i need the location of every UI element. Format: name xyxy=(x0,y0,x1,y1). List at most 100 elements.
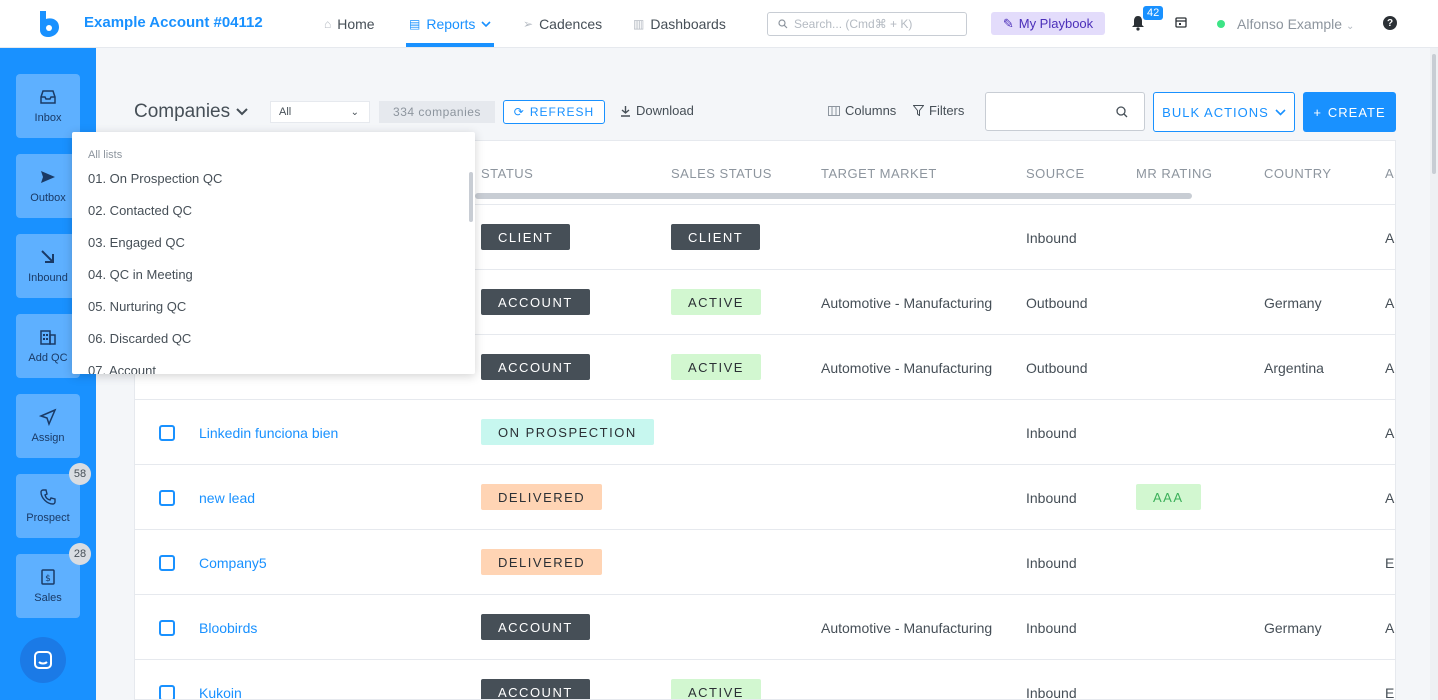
sidebar-item-inbox[interactable]: Inbox xyxy=(16,74,80,138)
home-icon: ⌂ xyxy=(324,17,332,31)
table-row[interactable]: new lead DELIVERED Inbound AAA Al xyxy=(135,465,1395,530)
column-header-country[interactable]: COUNTRY xyxy=(1264,166,1332,181)
assigned-cell: Al xyxy=(1385,295,1395,311)
chevron-down-icon: ⌄ xyxy=(350,106,359,118)
horizontal-scrollbar[interactable] xyxy=(475,193,1192,199)
nav-dashboards[interactable]: ▥ Dashboards xyxy=(633,16,726,32)
row-checkbox[interactable] xyxy=(159,685,175,699)
bulk-actions-button[interactable]: BULK ACTIONS xyxy=(1153,92,1295,132)
company-name-link[interactable]: Company5 xyxy=(199,555,267,571)
column-header-source[interactable]: SOURCE xyxy=(1026,166,1085,181)
sidebar-item-assign[interactable]: Assign xyxy=(16,394,80,458)
sidebar-item-add-qc[interactable]: Add QC xyxy=(16,314,80,378)
dashboards-icon: ▥ xyxy=(633,17,645,31)
download-button[interactable]: Download xyxy=(620,103,694,118)
assigned-cell: Al xyxy=(1385,230,1395,246)
create-label: CREATE xyxy=(1327,104,1386,120)
table-row[interactable]: Linkedin funciona bien ON PROSPECTION In… xyxy=(135,400,1395,465)
bloobirds-logo[interactable] xyxy=(38,11,60,37)
dollar-icon: $ xyxy=(41,569,55,585)
assigned-cell: Al xyxy=(1385,490,1395,506)
help-icon[interactable]: ? xyxy=(1383,16,1397,30)
chevron-down-icon: ⌄ xyxy=(1345,21,1355,32)
companies-count: 334 companies xyxy=(379,101,495,123)
dropdown-item[interactable]: 07. Account xyxy=(88,363,156,374)
dropdown-scrollbar[interactable] xyxy=(469,172,473,222)
row-checkbox[interactable] xyxy=(159,555,175,571)
column-header-assigned[interactable]: AS xyxy=(1385,166,1395,181)
nav-home[interactable]: ⌂ Home xyxy=(324,16,375,32)
assigned-cell: Ed xyxy=(1385,685,1395,700)
user-menu[interactable]: Alfonso Example ⌄ xyxy=(1237,16,1354,32)
search-icon xyxy=(1116,106,1128,118)
page-scrollbar-thumb[interactable] xyxy=(1432,54,1436,174)
nav-cadences[interactable]: ➢ Cadences xyxy=(523,16,602,32)
table-row[interactable]: Kukoin ACCOUNT ACTIVE Inbound Ed xyxy=(135,660,1395,700)
assigned-cell: Al xyxy=(1385,620,1395,636)
target-market-cell: Automotive - Manufacturing xyxy=(821,360,993,376)
dropdown-item[interactable]: 03. Engaged QC xyxy=(88,235,185,250)
dropdown-item[interactable]: 01. On Prospection QC xyxy=(88,171,222,186)
top-navigation: Example Account #04112 ⌂ Home ▤ Reports … xyxy=(0,0,1438,48)
sidebar-item-label: Inbound xyxy=(28,272,68,284)
sidebar-item-sales[interactable]: $ Sales xyxy=(16,554,80,618)
calendar-icon[interactable] xyxy=(1175,16,1187,28)
columns-icon xyxy=(828,105,840,116)
nav-reports-label: Reports xyxy=(426,16,476,32)
dropdown-item[interactable]: 04. QC in Meeting xyxy=(88,267,193,282)
source-cell: Inbound xyxy=(1026,685,1077,700)
country-cell: Argentina xyxy=(1264,360,1324,376)
column-header-target-market[interactable]: TARGET MARKET xyxy=(821,166,937,181)
search-icon xyxy=(778,19,788,29)
mr-rating-badge: AAA xyxy=(1136,484,1201,510)
filters-button[interactable]: Filters xyxy=(913,103,964,118)
status-badge: ACCOUNT xyxy=(481,679,590,699)
list-dropdown-menu: All lists 01. On Prospection QC 02. Cont… xyxy=(72,132,475,374)
sidebar-item-outbox[interactable]: Outbox xyxy=(16,154,80,218)
chat-launcher[interactable] xyxy=(20,637,66,683)
status-badge: CLIENT xyxy=(481,224,571,250)
company-name-link[interactable]: Linkedin funciona bien xyxy=(199,425,338,441)
online-status-dot xyxy=(1217,20,1225,28)
company-name-link[interactable]: Kukoin xyxy=(199,685,242,699)
my-playbook-button[interactable]: ✎ My Playbook xyxy=(991,12,1105,35)
row-checkbox[interactable] xyxy=(159,620,175,636)
dropdown-item[interactable]: 02. Contacted QC xyxy=(88,203,192,218)
columns-label: Columns xyxy=(845,103,897,118)
company-name-link[interactable]: Bloobirds xyxy=(199,620,257,636)
page-title: Companies xyxy=(134,101,231,122)
columns-button[interactable]: Columns xyxy=(828,103,896,118)
sidebar-item-label: Assign xyxy=(31,432,65,444)
row-checkbox[interactable] xyxy=(159,490,175,506)
column-header-sales-status[interactable]: SALES STATUS xyxy=(671,166,772,181)
dropdown-item[interactable]: 06. Discarded QC xyxy=(88,331,191,346)
refresh-button[interactable]: ⟳ REFRESH xyxy=(503,100,605,124)
my-playbook-label: My Playbook xyxy=(1018,16,1094,31)
page-scrollbar[interactable] xyxy=(1430,48,1438,700)
sales-status-badge: CLIENT xyxy=(671,224,761,250)
nav-reports[interactable]: ▤ Reports xyxy=(409,16,491,32)
table-row[interactable]: Company5 DELIVERED Inbound Ed xyxy=(135,530,1395,595)
nav-home-label: Home xyxy=(337,16,375,32)
global-search-input[interactable]: Search... (Cmd⌘ + K) xyxy=(767,12,967,36)
list-filter-select[interactable]: All ⌄ xyxy=(270,101,370,123)
reports-icon: ▤ xyxy=(409,17,421,31)
status-badge: ACCOUNT xyxy=(481,614,590,640)
company-name-link[interactable]: new lead xyxy=(199,490,255,506)
account-name[interactable]: Example Account #04112 xyxy=(84,14,263,31)
chevron-down-icon xyxy=(236,108,248,116)
dropdown-item[interactable]: 05. Nurturing QC xyxy=(88,299,186,314)
column-header-status[interactable]: STATUS xyxy=(481,166,533,181)
nav-dashboards-label: Dashboards xyxy=(650,16,726,32)
refresh-label: REFRESH xyxy=(529,105,595,119)
list-title-selector[interactable]: Companies xyxy=(134,101,248,123)
table-search-input[interactable] xyxy=(985,92,1145,131)
create-button[interactable]: + CREATE xyxy=(1303,92,1396,132)
table-row[interactable]: Bloobirds ACCOUNT Automotive - Manufactu… xyxy=(135,595,1395,660)
sidebar-item-prospect[interactable]: Prospect xyxy=(16,474,80,538)
row-checkbox[interactable] xyxy=(159,425,175,441)
column-header-mr-rating[interactable]: MR RATING xyxy=(1136,166,1212,181)
svg-text:$: $ xyxy=(45,574,51,584)
chevron-down-icon xyxy=(1275,108,1286,116)
sidebar-item-inbound[interactable]: Inbound xyxy=(16,234,80,298)
